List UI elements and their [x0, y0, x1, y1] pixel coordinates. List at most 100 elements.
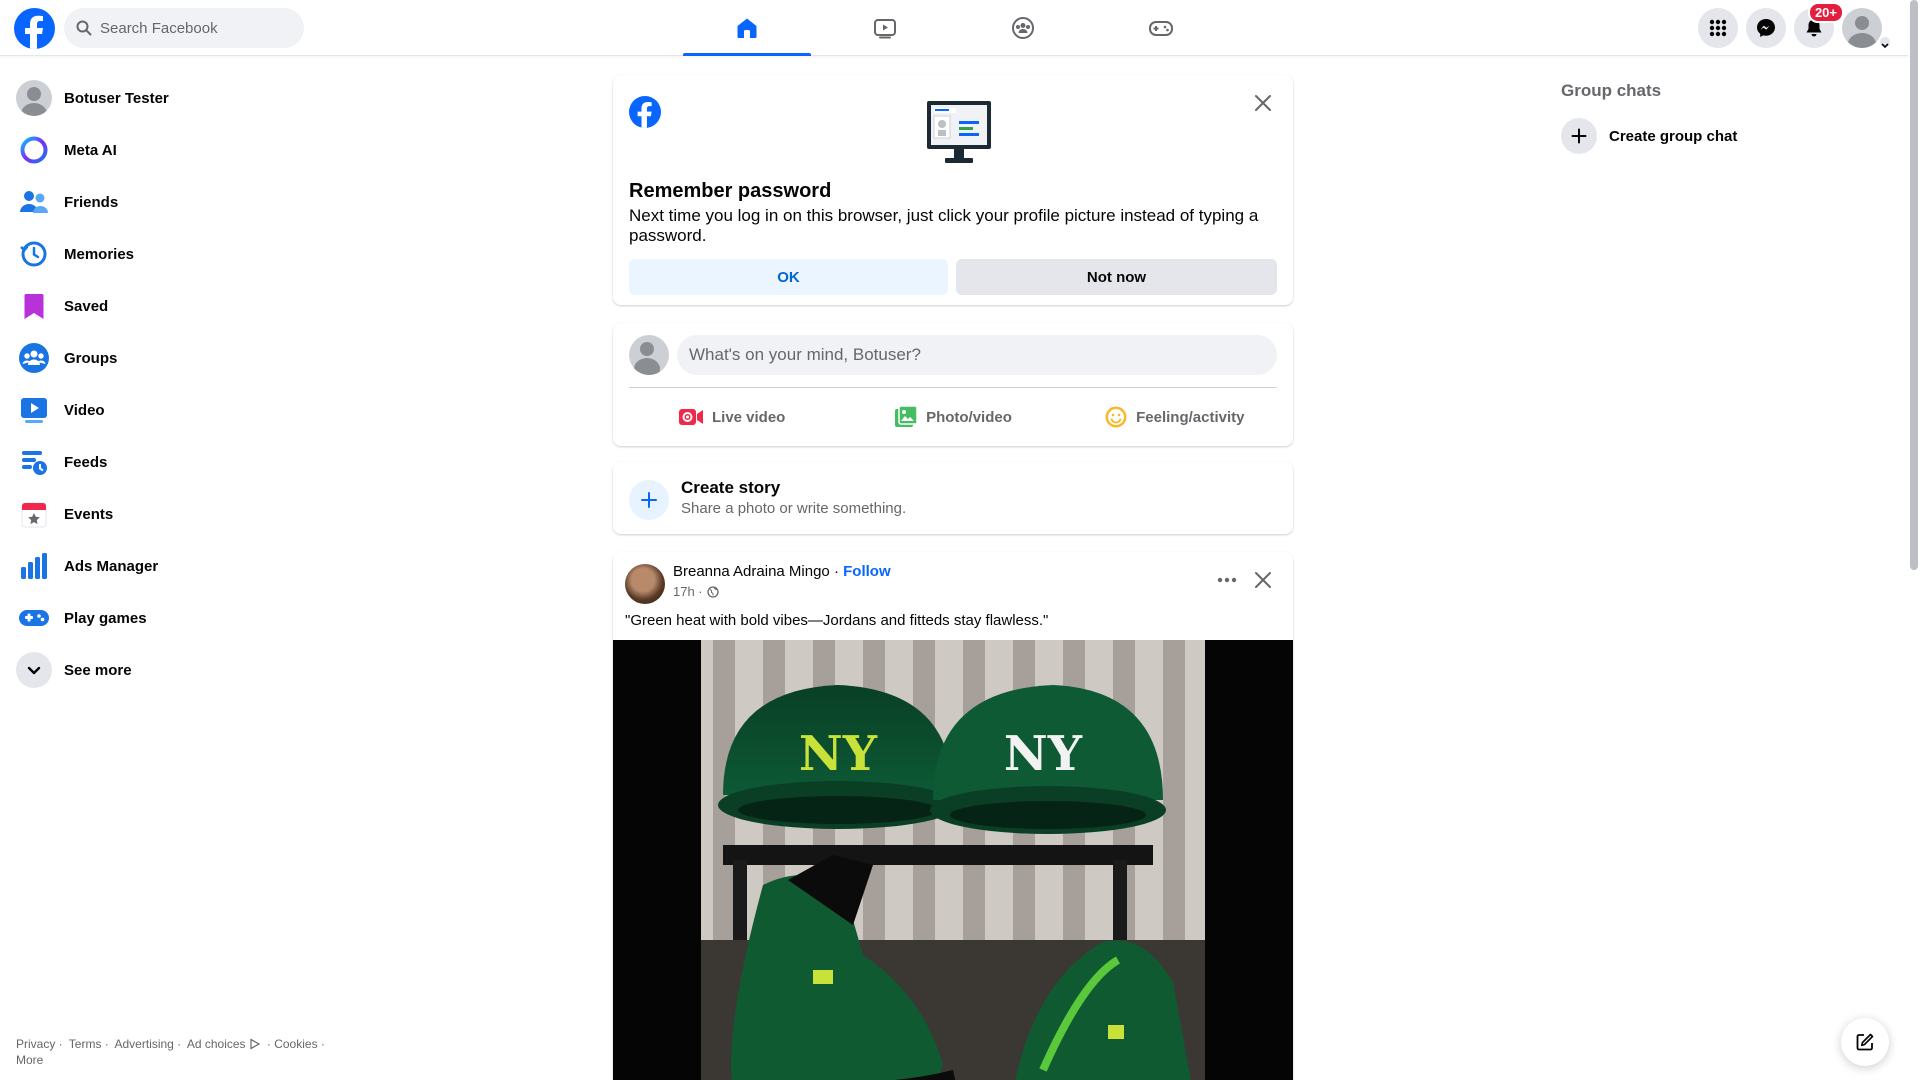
tab-home[interactable]	[683, 0, 811, 56]
account-chevron-icon[interactable]	[1878, 35, 1892, 49]
search-icon	[76, 20, 92, 36]
svg-text:NY: NY	[1004, 726, 1083, 782]
whats-on-your-mind-input[interactable]: What's on your mind, Botuser?	[677, 335, 1277, 375]
author-avatar[interactable]	[625, 564, 665, 604]
remember-password-card: Remember password Next time you log in o…	[613, 75, 1293, 305]
svg-text:NY: NY	[799, 726, 878, 782]
divider	[629, 387, 1277, 388]
group-chats-heading: Group chats	[1561, 81, 1662, 100]
sidebar-item-profile[interactable]: Botuser Tester	[8, 72, 338, 124]
account-controls: 20+	[1698, 2, 1882, 48]
ok-button[interactable]: OK	[629, 259, 948, 295]
sidebar-item-label: Play games	[64, 609, 147, 627]
feeling-activity-button[interactable]: Feeling/activity	[1064, 395, 1285, 439]
tab-video[interactable]	[821, 0, 949, 56]
events-icon	[16, 496, 52, 532]
menu-button[interactable]	[1698, 8, 1738, 48]
sidebar-item-ads-manager[interactable]: Ads Manager	[8, 540, 338, 592]
footer-link-ad-choices[interactable]: Ad choices	[187, 1037, 246, 1051]
sidebar-item-feeds[interactable]: Feeds	[8, 436, 338, 488]
sidebar-item-label: Events	[64, 505, 114, 523]
live-video-label: Live video	[711, 408, 786, 426]
create-story-card[interactable]: Create story Share a photo or write some…	[613, 462, 1293, 534]
hide-post-button[interactable]	[1245, 562, 1281, 598]
sidebar-item-memories[interactable]: Memories	[8, 228, 338, 280]
post-time[interactable]: 17h ·	[673, 584, 703, 599]
sidebar-item-play-games[interactable]: Play games	[8, 592, 338, 644]
sidebar-item-label: Memories	[64, 245, 135, 263]
messenger-icon	[1757, 19, 1775, 37]
left-sidebar: Botuser Tester Meta AI Friends Memories …	[8, 72, 338, 696]
close-button[interactable]	[1245, 85, 1281, 121]
create-group-chat-button[interactable]: Create group chat	[1561, 116, 1737, 156]
feeling-icon	[1104, 405, 1128, 429]
facebook-logo-icon[interactable]	[14, 8, 55, 49]
meta-ai-icon	[16, 132, 52, 168]
more-horizontal-icon	[1217, 577, 1237, 583]
sidebar-item-groups[interactable]: Groups	[8, 332, 338, 384]
sidebar-item-meta-ai[interactable]: Meta AI	[8, 124, 338, 176]
sidebar-item-friends[interactable]: Friends	[8, 176, 338, 228]
post-meta: 17h ·	[673, 584, 719, 599]
photo-video-label: Photo/video	[926, 408, 1012, 426]
avatar-icon	[1848, 16, 1876, 48]
sidebar-item-events[interactable]: Events	[8, 488, 338, 540]
sidebar-item-video[interactable]: Video	[8, 384, 338, 436]
tab-gaming[interactable]	[1097, 0, 1225, 56]
plus-icon	[629, 480, 669, 520]
post-author-line: Breanna Adraina Mingo · Follow	[673, 563, 891, 580]
notifications-badge: 20+	[1807, 2, 1844, 23]
not-now-button[interactable]: Not now	[956, 259, 1277, 295]
sidebar-item-see-more[interactable]: See more	[8, 644, 338, 696]
notifications-button[interactable]: 20+	[1794, 2, 1844, 48]
compose-icon	[1856, 1033, 1874, 1051]
footer-link-terms[interactable]: Terms ·	[69, 1037, 109, 1051]
search-box[interactable]	[64, 8, 304, 48]
follow-link[interactable]: Follow	[843, 563, 891, 580]
memories-icon	[16, 236, 52, 272]
footer-link-cookies[interactable]: · Cookies ·	[267, 1037, 325, 1051]
close-icon	[1255, 95, 1271, 111]
groups-icon	[16, 340, 52, 376]
footer-link-more[interactable]: More	[16, 1053, 43, 1067]
video-icon	[16, 392, 52, 428]
sidebar-item-label: Feeds	[64, 453, 108, 471]
feed-post: Breanna Adraina Mingo · Follow 17h · "Gr…	[613, 552, 1293, 1080]
globe-icon	[706, 585, 719, 598]
photo-video-button[interactable]: Photo/video	[842, 395, 1063, 439]
page-scrollbar[interactable]	[1910, 0, 1918, 570]
avatar[interactable]	[629, 335, 669, 375]
profile-avatar-button[interactable]	[1842, 8, 1882, 48]
sidebar-item-label: Botuser Tester	[64, 89, 169, 107]
sidebar-item-label: Friends	[64, 193, 119, 211]
footer-link-privacy[interactable]: Privacy ·	[16, 1037, 63, 1051]
close-icon	[1255, 572, 1271, 588]
post-text: "Green heat with bold vibes—Jordans and …	[625, 612, 1049, 629]
feeling-activity-label: Feeling/activity	[1136, 408, 1245, 426]
new-message-button[interactable]	[1841, 1018, 1889, 1066]
avatar	[16, 80, 52, 116]
sidebar-item-label: Meta AI	[64, 141, 117, 159]
remember-password-title: Remember password	[629, 180, 832, 202]
create-story-title: Create story	[681, 478, 781, 497]
play-games-icon	[16, 600, 52, 636]
search-input[interactable]	[100, 19, 290, 37]
video-icon	[874, 19, 896, 39]
live-video-button[interactable]: Live video	[621, 395, 842, 439]
grid-menu-icon	[1709, 19, 1727, 37]
post-author-name[interactable]: Breanna Adraina Mingo	[673, 563, 830, 580]
remember-password-body: Next time you log in on this browser, ju…	[629, 206, 1259, 245]
photo-video-icon	[894, 405, 918, 429]
footer-links: Privacy · Terms · Advertising · Ad choic…	[16, 1036, 356, 1068]
sidebar-item-saved[interactable]: Saved	[8, 280, 338, 332]
groups-icon	[1012, 17, 1034, 39]
messenger-button[interactable]	[1746, 8, 1786, 48]
sidebar-item-label: Saved	[64, 297, 109, 315]
footer-link-advertising[interactable]: Advertising ·	[114, 1037, 181, 1051]
more-options-button[interactable]	[1209, 562, 1245, 598]
feeds-icon	[16, 444, 52, 480]
tab-groups[interactable]	[959, 0, 1087, 56]
facebook-logo-icon	[629, 96, 661, 128]
post-photo[interactable]: NY NY	[613, 640, 1293, 1080]
create-story-subtitle: Share a photo or write something.	[681, 500, 907, 517]
